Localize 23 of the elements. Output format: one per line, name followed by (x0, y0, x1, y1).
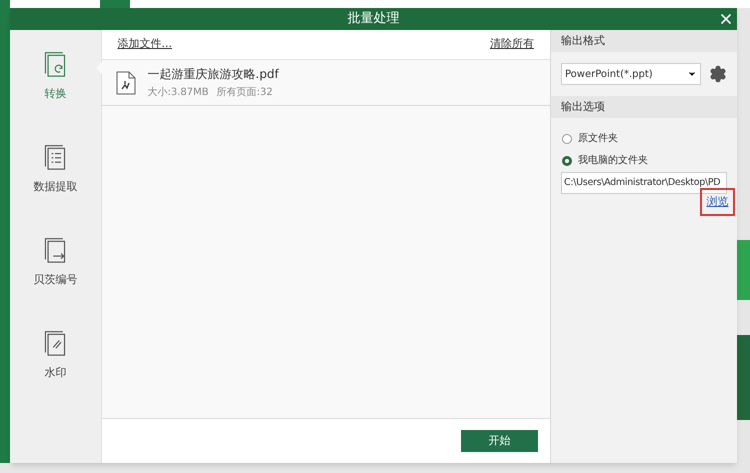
file-name: 一起游重庆旅游攻略.pdf (148, 66, 279, 83)
window-title: 批量处理 (348, 10, 400, 28)
pdf-file-icon (116, 70, 136, 94)
sidebar-item[interactable]: 数据提取 (10, 137, 100, 230)
radio-label: 原文件夹 (578, 132, 618, 146)
page-count: 所有页面:32 (216, 86, 273, 100)
background-panel (737, 240, 750, 300)
sidebar-item[interactable]: 水印 (10, 323, 100, 416)
section-header: 输出格式 (551, 30, 737, 52)
start-button[interactable]: 开始 (461, 430, 538, 452)
add-files-link[interactable]: 添加文件... (118, 36, 172, 53)
radio-label: 我电脑的文件夹 (578, 154, 648, 168)
radio-button[interactable] (562, 156, 572, 166)
settings-icon[interactable] (709, 65, 727, 83)
path-field[interactable]: C:\Users\Administrator\Desktop\PD (561, 172, 727, 194)
clear-all-link[interactable]: 清除所有 (490, 36, 534, 53)
sidebar-item[interactable]: 贝茨编号 (10, 230, 100, 323)
radio-button[interactable] (562, 134, 572, 144)
format-dropdown[interactable]: PowerPoint(*.ppt) (561, 63, 701, 85)
section-header: 输出选项 (551, 96, 737, 118)
close-icon (718, 11, 734, 27)
browse-link[interactable]: 浏览 (706, 194, 728, 210)
file-size: 大小:3.87MB (148, 86, 209, 100)
